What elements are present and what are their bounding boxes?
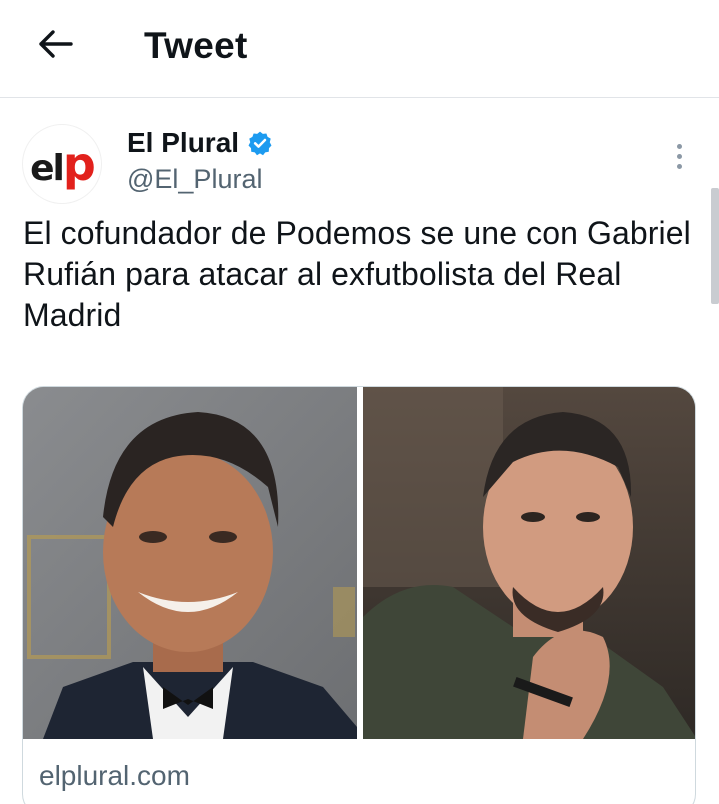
- more-dot-icon: [676, 153, 682, 159]
- more-options-button[interactable]: [665, 138, 693, 174]
- arrow-left-icon: [39, 30, 73, 58]
- card-domain: elplural.com: [39, 760, 190, 791]
- avatar[interactable]: elp: [22, 124, 102, 204]
- card-images: [23, 387, 695, 739]
- author-name-text: El Plural: [127, 127, 240, 158]
- back-button[interactable]: [30, 22, 80, 66]
- more-dot-icon: [676, 163, 682, 169]
- man-in-tuxedo-photo: [23, 387, 357, 739]
- link-card[interactable]: elplural.com: [22, 386, 696, 804]
- page-title: Tweet: [144, 25, 248, 66]
- verified-badge-icon: [248, 131, 272, 156]
- avatar-logo: elp: [30, 137, 96, 191]
- more-dot-icon: [676, 143, 682, 149]
- top-bar: Tweet: [0, 0, 719, 98]
- man-in-green-hoodie-photo: [363, 387, 695, 739]
- scrollbar[interactable]: [711, 188, 719, 304]
- author-handle[interactable]: @El_Plural: [127, 162, 262, 196]
- author-name[interactable]: El Plural: [127, 126, 273, 160]
- tweet-text: El cofundador de Podemos se une con Gabr…: [23, 215, 691, 333]
